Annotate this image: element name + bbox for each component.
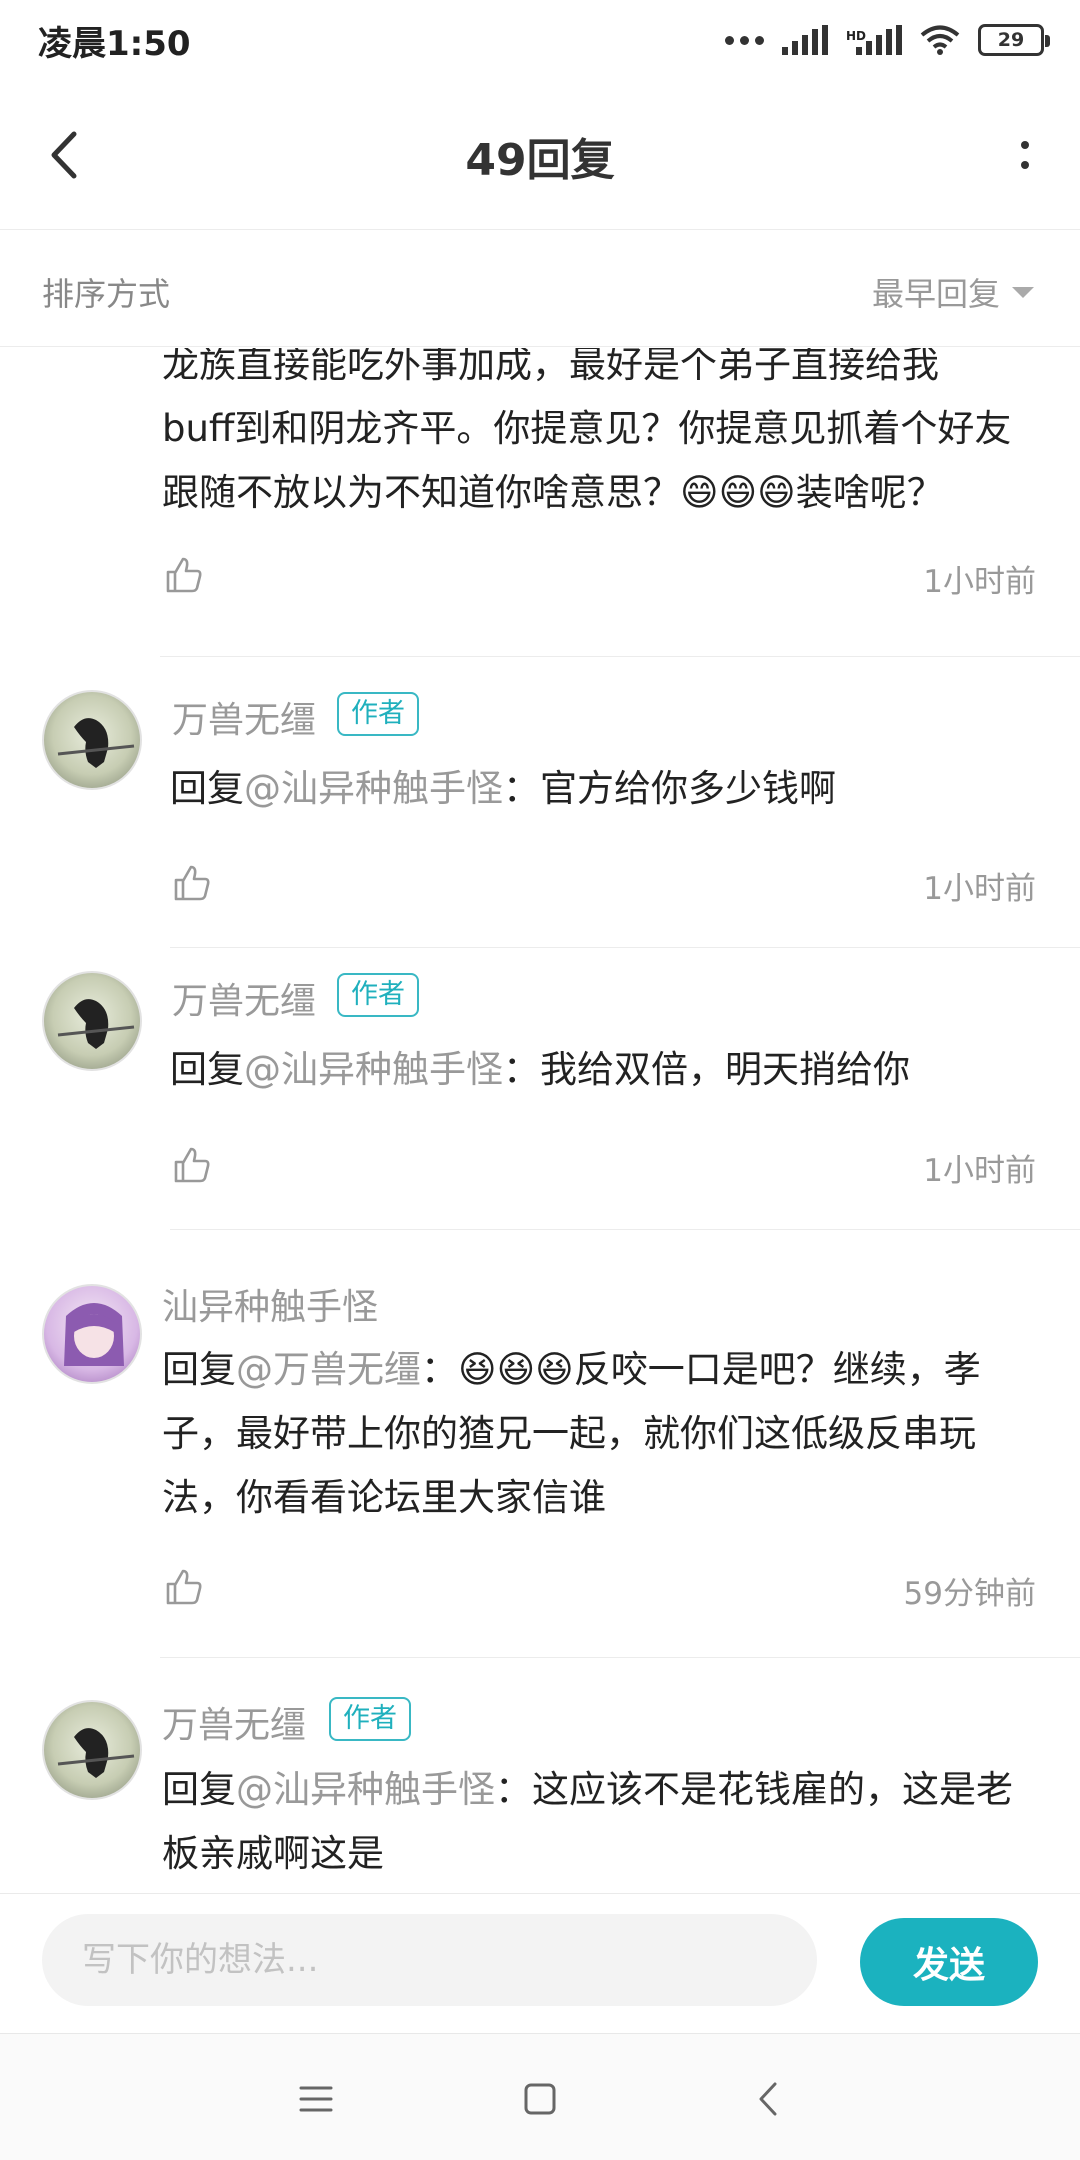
status-time: 凌晨1:50 bbox=[38, 24, 191, 64]
reply-prefix: 回复 bbox=[170, 767, 244, 810]
reply-prefix: 回复 bbox=[162, 1348, 236, 1391]
comment-line: buff到和阴龙齐平。你提意见？你提意见抓着个好友 bbox=[162, 407, 1012, 450]
system-nav-bar bbox=[0, 2033, 1080, 2160]
status-bar: 凌晨1:50 HD 29 bbox=[0, 0, 1080, 80]
sort-dropdown[interactable]: 最早回复 bbox=[872, 269, 1034, 315]
top-bar: 49回复 bbox=[0, 80, 1080, 230]
signal-hd-icon: HD bbox=[846, 25, 902, 55]
mention-link[interactable]: @万兽无缰 bbox=[236, 1348, 421, 1391]
dot-icon bbox=[1021, 161, 1029, 169]
comment-time: 59分钟前 bbox=[903, 1576, 1036, 1612]
mention-link[interactable]: @汕异种触手怪 bbox=[244, 1048, 503, 1091]
like-icon[interactable] bbox=[164, 555, 204, 595]
avatar[interactable] bbox=[42, 971, 142, 1071]
square-icon bbox=[524, 2083, 556, 2115]
sort-value: 最早回复 bbox=[871, 275, 1000, 313]
battery-level: 29 bbox=[997, 29, 1025, 51]
username[interactable]: 万兽无缰 bbox=[162, 1696, 306, 1748]
author-badge: 作者 bbox=[329, 1697, 411, 1741]
caret-down-icon bbox=[1012, 286, 1034, 298]
comment-text: 回复@万兽无缰：😆😆😆反咬一口是吧？继续，孝子，最好带上你的猹兄一起，就你们这低… bbox=[162, 1338, 1037, 1530]
crow-avatar-image bbox=[57, 1728, 135, 1778]
chevron-left-icon bbox=[759, 2082, 777, 2116]
comment-text: 回复@汕异种触手怪：这应该不是花钱雇的，这是老板亲戚啊这是 bbox=[162, 1758, 1042, 1886]
mention-link[interactable]: @汕异种触手怪 bbox=[244, 767, 503, 810]
like-icon[interactable] bbox=[164, 1567, 204, 1607]
list-item: 汕异种触手怪 回复@万兽无缰：😆😆😆反咬一口是吧？继续，孝子，最好带上你的猹兄一… bbox=[0, 1220, 1080, 1658]
list-item: 万兽无缰 作者 回复@汕异种触手怪：我给双倍，明天捎给你 1小时前 bbox=[0, 938, 1080, 1230]
username[interactable]: 万兽无缰 bbox=[172, 972, 316, 1024]
dot-icon bbox=[1021, 141, 1029, 149]
avatar[interactable] bbox=[42, 1700, 142, 1800]
comment-text: 回复@汕异种触手怪：我给双倍，明天捎给你 bbox=[170, 1038, 1080, 1102]
comment-time: 1小时前 bbox=[923, 1153, 1036, 1189]
sort-bar: 排序方式 最早回复 bbox=[0, 231, 1080, 347]
list-item: 龙族直接能吃外事加成，最好是个弟子直接给我 buff到和阴龙齐平。你提意见？你提… bbox=[0, 348, 1080, 657]
reply-text: ：我给双倍，明天捎给你 bbox=[503, 1048, 910, 1091]
like-icon[interactable] bbox=[172, 1145, 212, 1185]
comment-text: 回复@汕异种触手怪：官方给你多少钱啊 bbox=[170, 757, 1080, 821]
list-item: 万兽无缰 作者 回复@汕异种触手怪：官方给你多少钱啊 1小时前 bbox=[0, 657, 1080, 948]
home-button[interactable] bbox=[510, 2069, 570, 2129]
signal-icon bbox=[781, 25, 828, 55]
crow-avatar-image bbox=[57, 718, 135, 768]
avatar[interactable] bbox=[42, 1284, 142, 1384]
mention-link[interactable]: @汕异种触手怪 bbox=[236, 1768, 495, 1811]
comment-time: 1小时前 bbox=[923, 871, 1036, 907]
crow-avatar-image bbox=[57, 999, 135, 1049]
like-icon[interactable] bbox=[172, 863, 212, 903]
username[interactable]: 万兽无缰 bbox=[172, 691, 316, 743]
sort-label: 排序方式 bbox=[42, 275, 171, 313]
menu-icon bbox=[299, 2086, 333, 2112]
hd-label: HD bbox=[845, 29, 866, 43]
comment-text: 龙族直接能吃外事加成，最好是个弟子直接给我 buff到和阴龙齐平。你提意见？你提… bbox=[162, 348, 1080, 525]
comment-line: 跟随不放以为不知道你啥意思？😄😄😄装啥呢？ bbox=[162, 471, 944, 514]
author-badge: 作者 bbox=[337, 692, 419, 736]
comment-line: 龙族直接能吃外事加成，最好是个弟子直接给我 bbox=[162, 348, 939, 386]
reply-text: ：官方给你多少钱啊 bbox=[503, 767, 836, 810]
battery-icon: 29 bbox=[978, 24, 1050, 56]
reply-composer: 发送 bbox=[0, 1893, 1080, 2033]
more-options-button[interactable] bbox=[1000, 125, 1050, 185]
page-title: 49回复 bbox=[465, 135, 615, 186]
wifi-icon bbox=[920, 25, 960, 55]
system-back-button[interactable] bbox=[738, 2069, 798, 2129]
anime-girl-avatar-image bbox=[64, 1303, 124, 1366]
reply-prefix: 回复 bbox=[162, 1768, 236, 1811]
list-item: 万兽无缰 作者 回复@汕异种触手怪：这应该不是花钱雇的，这是老板亲戚啊这是 bbox=[0, 1658, 1080, 1893]
recent-apps-button[interactable] bbox=[286, 2069, 346, 2129]
reply-input[interactable] bbox=[42, 1914, 817, 2006]
reply-prefix: 回复 bbox=[170, 1048, 244, 1091]
author-badge: 作者 bbox=[337, 973, 419, 1017]
status-icons: HD 29 bbox=[724, 18, 1050, 62]
avatar[interactable] bbox=[42, 690, 142, 790]
username[interactable]: 汕异种触手怪 bbox=[162, 1278, 378, 1330]
reply-list[interactable]: 龙族直接能吃外事加成，最好是个弟子直接给我 buff到和阴龙齐平。你提意见？你提… bbox=[0, 348, 1080, 1893]
send-button[interactable]: 发送 bbox=[860, 1918, 1038, 2006]
more-notifications-icon bbox=[724, 35, 764, 45]
comment-time: 1小时前 bbox=[923, 564, 1036, 600]
